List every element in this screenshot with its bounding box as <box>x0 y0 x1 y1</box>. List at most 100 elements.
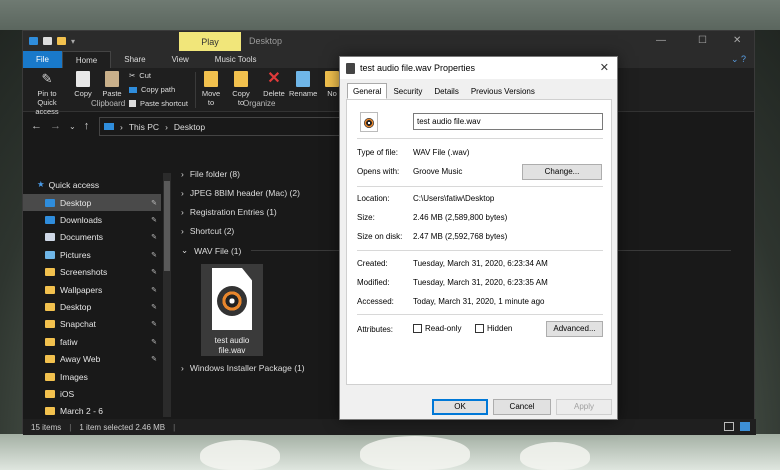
paste-shortcut-button[interactable]: Paste shortcut <box>129 99 188 108</box>
tab-home[interactable]: Home <box>61 51 112 68</box>
sidebar-item[interactable]: Pictures ✎ <box>23 246 161 263</box>
maximize-button[interactable]: ☐ <box>698 35 707 46</box>
file-icon <box>346 62 355 74</box>
forward-arrow-icon[interactable]: → <box>50 120 61 132</box>
sidebar-item[interactable]: Desktop ✎ <box>23 298 161 315</box>
ribbon-divider <box>195 72 196 108</box>
recent-chevron-icon[interactable]: ⌄ <box>69 122 76 131</box>
copy-path-label: Copy path <box>141 85 176 94</box>
properties-icon[interactable] <box>43 37 52 45</box>
chevron-right-icon[interactable]: › <box>181 226 184 236</box>
tab-details[interactable]: Details <box>428 83 464 99</box>
dialog-close-icon[interactable]: ✕ <box>600 61 609 74</box>
pin-icon[interactable]: ✎ <box>151 355 157 363</box>
chevron-right-icon[interactable]: › <box>181 363 184 373</box>
pin-icon[interactable]: ✎ <box>151 233 157 241</box>
scrollbar-thumb[interactable] <box>164 181 170 271</box>
sidebar-item[interactable]: Screenshots ✎ <box>23 264 161 281</box>
apply-button[interactable]: Apply <box>556 399 612 415</box>
tab-previous-versions[interactable]: Previous Versions <box>465 83 541 99</box>
breadcrumb-this-pc[interactable]: This PC <box>129 122 159 132</box>
sidebar-item[interactable]: Away Web ✎ <box>23 351 161 368</box>
file-group-header[interactable]: › Windows Installer Package (1) <box>181 363 305 373</box>
sidebar-item[interactable]: Images <box>23 368 161 385</box>
file-group-header[interactable]: › File folder (8) <box>181 169 240 179</box>
sidebar-item[interactable]: March 2 - 6 <box>23 403 161 420</box>
background-petal <box>360 436 470 470</box>
details-view-icon[interactable] <box>724 422 734 431</box>
cancel-button[interactable]: Cancel <box>493 399 551 415</box>
chevron-right-icon[interactable]: › <box>181 188 184 198</box>
chevron-right-icon[interactable]: › <box>181 207 184 217</box>
chevron-right-icon: › <box>120 121 123 132</box>
breadcrumb-desktop[interactable]: Desktop <box>174 122 205 132</box>
sidebar-item[interactable]: Snapchat ✎ <box>23 316 161 333</box>
selected-file-tile[interactable]: test audio file.wav <box>201 264 263 356</box>
change-button[interactable]: Change... <box>522 164 602 180</box>
sidebar-item[interactable]: Downloads ✎ <box>23 211 161 228</box>
advanced-button[interactable]: Advanced... <box>546 321 603 337</box>
separator <box>357 314 603 315</box>
hidden-checkbox[interactable]: Hidden <box>475 324 512 333</box>
read-only-box[interactable] <box>413 324 422 333</box>
up-arrow-icon[interactable]: ↑ <box>84 120 90 132</box>
large-icons-view-icon[interactable] <box>740 422 750 431</box>
filename-input[interactable]: test audio file.wav <box>413 113 603 130</box>
pin-icon[interactable]: ✎ <box>151 338 157 346</box>
file-group-header[interactable]: › JPEG 8BIM header (Mac) (2) <box>181 188 300 198</box>
back-arrow-icon[interactable]: ← <box>31 120 42 132</box>
sidebar-quick-access[interactable]: ★ Quick access <box>37 176 175 193</box>
sidebar-item[interactable]: Wallpapers ✎ <box>23 281 161 298</box>
pin-icon[interactable]: ✎ <box>151 216 157 224</box>
cut-button[interactable]: ✂ Cut <box>129 71 151 80</box>
copy-button[interactable]: Copy <box>71 71 95 98</box>
sidebar-item[interactable]: Documents ✎ <box>23 229 161 246</box>
file-name-line2: file.wav <box>218 346 246 355</box>
hidden-box[interactable] <box>475 324 484 333</box>
chevron-right-icon[interactable]: › <box>181 169 184 179</box>
ok-button[interactable]: OK <box>432 399 488 415</box>
scissors-icon: ✂ <box>129 71 136 80</box>
minimize-button[interactable]: — <box>656 35 666 46</box>
tab-share[interactable]: Share <box>111 51 158 68</box>
pin-icon: ✎ <box>41 71 53 86</box>
paste-button[interactable]: Paste <box>99 71 125 98</box>
contextual-tab-play[interactable]: Play <box>179 32 241 51</box>
customize-toolbar-icon[interactable]: ▾ <box>71 37 75 46</box>
help-icon[interactable]: ⌄ ? <box>731 54 746 65</box>
tab-security[interactable]: Security <box>387 83 428 99</box>
status-bar: 15 items | 1 item selected 2.46 MB | <box>23 419 756 435</box>
delete-button[interactable]: ✕ Delete <box>261 71 287 99</box>
pin-icon[interactable]: ✎ <box>151 286 157 294</box>
pin-icon[interactable]: ✎ <box>151 199 157 207</box>
tab-general[interactable]: General <box>347 83 388 99</box>
opens-with-label: Opens with: <box>357 167 400 176</box>
chevron-down-icon[interactable]: ⌄ <box>181 245 188 256</box>
group-label: Registration Entries (1) <box>189 207 277 217</box>
move-to-button[interactable]: Move to <box>199 71 223 107</box>
sidebar-item[interactable]: Desktop ✎ <box>23 194 161 211</box>
tab-file[interactable]: File <box>23 51 62 68</box>
status-separator: | <box>173 422 176 432</box>
sidebar-item[interactable]: iOS <box>23 385 161 402</box>
sidebar-scrollbar[interactable] <box>163 173 171 417</box>
pin-icon[interactable]: ✎ <box>151 268 157 276</box>
tab-music-tools[interactable]: Music Tools <box>202 51 270 68</box>
tab-view[interactable]: View <box>159 51 202 68</box>
close-button[interactable]: ✕ <box>733 35 741 46</box>
read-only-checkbox[interactable]: Read-only <box>413 324 461 333</box>
new-folder-icon[interactable] <box>57 37 66 45</box>
pin-icon[interactable]: ✎ <box>151 251 157 259</box>
sidebar-item[interactable]: fatiw ✎ <box>23 333 161 350</box>
file-group-header[interactable]: › Shortcut (2) <box>181 226 234 236</box>
folder-icon <box>45 268 55 277</box>
sidebar-item-label: iOS <box>60 388 75 399</box>
address-box[interactable]: › This PC › Desktop <box>99 117 342 136</box>
new-folder-button[interactable]: No <box>325 71 339 98</box>
pin-to-quick-access-button[interactable]: ✎ Pin to Quick access <box>27 71 67 116</box>
copy-path-button[interactable]: Copy path <box>129 85 175 94</box>
pin-icon[interactable]: ✎ <box>151 320 157 328</box>
file-group-header[interactable]: › Registration Entries (1) <box>181 207 277 217</box>
pin-icon[interactable]: ✎ <box>151 303 157 311</box>
rename-button[interactable]: Rename <box>289 71 317 98</box>
